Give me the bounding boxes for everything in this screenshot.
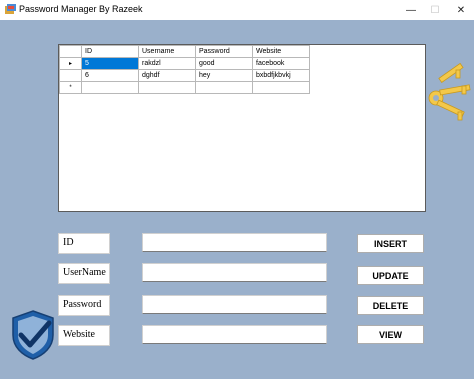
table-row[interactable]: 6 dghdf hey bxbdfjkbvkj (59, 69, 310, 82)
id-label: ID (58, 233, 110, 254)
column-header-id[interactable]: ID (81, 45, 139, 58)
app-window: Password Manager By Razeek — ☐ ✕ ID User… (0, 0, 474, 379)
close-button[interactable]: ✕ (446, 0, 474, 20)
window-title: Password Manager By Razeek (19, 4, 143, 14)
cell-id[interactable]: 6 (81, 69, 139, 82)
password-table: ID Username Password Website ▸ 5 rakdzl … (59, 45, 310, 94)
view-button[interactable]: VIEW (357, 325, 424, 344)
table-row[interactable]: ▸ 5 rakdzl good facebook (59, 57, 310, 70)
cell-username[interactable] (138, 81, 196, 94)
cell-id[interactable]: 5 (81, 57, 139, 70)
cell-website[interactable]: facebook (252, 57, 310, 70)
cell-password[interactable]: hey (195, 69, 253, 82)
cell-username[interactable]: rakdzl (138, 57, 196, 70)
shield-check-icon (12, 310, 54, 360)
cell-password[interactable] (195, 81, 253, 94)
column-header-website[interactable]: Website (252, 45, 310, 58)
id-input[interactable] (142, 233, 327, 252)
cell-id[interactable] (81, 81, 139, 94)
row-indicator[interactable]: ▸ (59, 57, 82, 70)
password-label: Password (58, 295, 110, 316)
row-header-corner (59, 45, 82, 58)
username-label: UserName (58, 263, 110, 284)
delete-button[interactable]: DELETE (357, 296, 424, 315)
cell-password[interactable]: good (195, 57, 253, 70)
username-input[interactable] (142, 263, 327, 282)
website-input[interactable] (142, 325, 327, 344)
cell-website[interactable]: bxbdfjkbvkj (252, 69, 310, 82)
password-input[interactable] (142, 295, 327, 314)
column-header-password[interactable]: Password (195, 45, 253, 58)
new-row-indicator[interactable]: * (59, 81, 82, 94)
new-row[interactable]: * (59, 81, 310, 94)
keys-icon (428, 62, 471, 121)
website-label: Website (58, 325, 110, 346)
row-indicator[interactable] (59, 69, 82, 82)
column-header-username[interactable]: Username (138, 45, 196, 58)
app-icon (5, 4, 16, 14)
insert-button[interactable]: INSERT (357, 234, 424, 253)
cell-username[interactable]: dghdf (138, 69, 196, 82)
client-area: ID Username Password Website ▸ 5 rakdzl … (0, 20, 474, 379)
title-bar[interactable]: Password Manager By Razeek — ☐ ✕ (0, 0, 474, 20)
cell-website[interactable] (252, 81, 310, 94)
grid-header-row: ID Username Password Website (59, 45, 310, 58)
password-grid[interactable]: ID Username Password Website ▸ 5 rakdzl … (58, 44, 426, 212)
update-button[interactable]: UPDATE (357, 266, 424, 285)
